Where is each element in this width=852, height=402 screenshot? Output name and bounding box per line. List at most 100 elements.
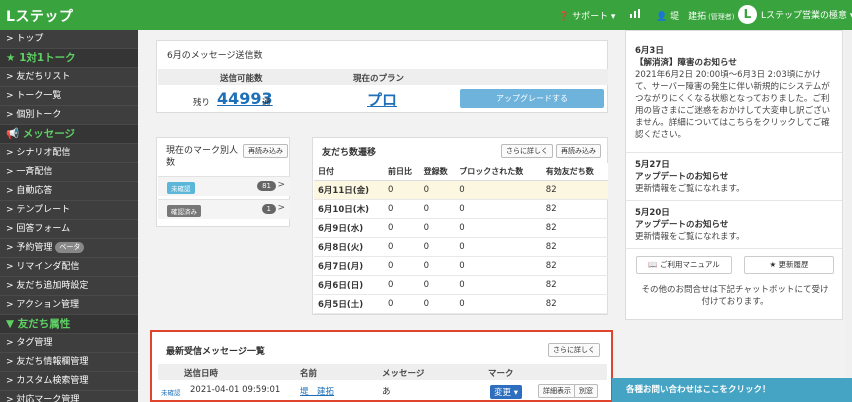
- table-cell: 0: [384, 294, 420, 314]
- sidebar-group-header: ▼ 友だち属性: [0, 315, 138, 334]
- col-active: 有効友だち数: [541, 163, 608, 181]
- notice-item[interactable]: 5月20日 アップデートのお知らせ 更新情報をご覧になれます。: [626, 203, 842, 249]
- sidebar-item-label: > トップ: [6, 34, 44, 44]
- recent-messages-panel: 最新受信メッセージ一覧 さらに詳しく 送信日時 名前 メッセージ マーク 未確認…: [150, 330, 613, 402]
- sidebar-item-label: > アクション管理: [6, 300, 79, 310]
- sender-name-link[interactable]: 堤 建拓: [300, 385, 334, 397]
- col-plan: 現在のプラン: [353, 74, 405, 84]
- notice-column: 6月3日 【解消済】障害のお知らせ 2021年6月2日 20:00頃〜6月3日 …: [625, 30, 843, 320]
- sidebar-item[interactable]: > リマインダ配信: [0, 258, 138, 277]
- col-date: 日付: [314, 163, 384, 181]
- update-history-button[interactable]: ★ 更新履歴: [744, 256, 834, 274]
- sidebar-item[interactable]: > アクション管理: [0, 296, 138, 315]
- sidebar-item-label: > 友だち情報欄管理: [6, 357, 89, 367]
- page-scrollbar[interactable]: [845, 30, 852, 378]
- sidebar-item-label: > 友だち追加時設定: [6, 281, 89, 291]
- mark-reload-button[interactable]: 再読み込み: [243, 144, 288, 158]
- table-cell: 0: [455, 199, 542, 219]
- sidebar-item[interactable]: > 自動応答: [0, 182, 138, 201]
- sidebar-item-label: > 自動応答: [6, 186, 53, 196]
- table-cell: 0: [384, 275, 420, 295]
- table-row: 6月10日(木) 0 0 0 82: [314, 199, 608, 219]
- sidebar-item[interactable]: > 友だち追加時設定: [0, 277, 138, 296]
- table-cell: 6月8日(火): [314, 237, 384, 257]
- sidebar: > トップ ★ 1対1トーク > 友だちリスト > トーク一覧 > 個別トーク 📢 メッセ…: [0, 30, 138, 402]
- notice-body: 更新情報をご覧になれます。: [635, 184, 745, 194]
- sidebar-item[interactable]: > トーク一覧: [0, 87, 138, 106]
- sidebar-item[interactable]: > 友だち情報欄管理: [0, 353, 138, 372]
- table-cell: 82: [541, 199, 608, 219]
- account-name: Lステップ営業の極意 ▾: [761, 11, 852, 21]
- sidebar-item[interactable]: > シナリオ配信: [0, 144, 138, 163]
- account-avatar: L: [738, 5, 757, 24]
- table-cell: 82: [541, 180, 608, 200]
- table-cell: 0: [419, 237, 456, 257]
- sidebar-item[interactable]: > 回答フォーム: [0, 220, 138, 239]
- recent-row[interactable]: 未確認 2021-04-01 09:59:01 堤 建拓 あ 変更 ▾ 詳細表示…: [158, 382, 607, 400]
- new-window-button[interactable]: 別窓: [574, 384, 598, 398]
- notice-date: 5月20日: [635, 208, 670, 218]
- remain-unit: 通: [262, 98, 271, 108]
- sidebar-item[interactable]: > カスタム検索管理: [0, 372, 138, 391]
- notice-item[interactable]: 5月27日 アップデートのお知らせ 更新情報をご覧になれます。: [626, 155, 842, 201]
- user-menu[interactable]: 👤 堤 建拓 (管理者): [656, 9, 735, 22]
- notice-item[interactable]: 6月3日 【解消済】障害のお知らせ 2021年6月2日 20:00頃〜6月3日 …: [626, 45, 842, 153]
- table-cell: 0: [419, 180, 456, 200]
- send-count-panel: 6月のメッセージ送信数 送信可能数 現在のプラン 残り 44993 通 プロ ア…: [156, 40, 608, 113]
- table-cell: 0: [384, 199, 420, 219]
- mark-badge-confirmed: 確認済み: [167, 205, 201, 217]
- sidebar-item[interactable]: > 友だちリスト: [0, 68, 138, 87]
- table-cell: 0: [455, 275, 542, 295]
- sidebar-item[interactable]: > 個別トーク: [0, 106, 138, 125]
- table-row: 6月9日(水) 0 0 0 82: [314, 218, 608, 238]
- user-role: (管理者): [708, 13, 735, 21]
- friends-reload-button[interactable]: 再読み込み: [556, 144, 601, 158]
- sidebar-group-header: ★ 1対1トーク: [0, 49, 138, 68]
- sidebar-item-label: > カスタム検索管理: [6, 376, 89, 386]
- table-cell: 82: [541, 275, 608, 295]
- contact-chat-bar[interactable]: 各種お問い合わせはここをクリック！: [612, 378, 852, 402]
- manual-button[interactable]: 📖 ご利用マニュアル: [636, 256, 732, 274]
- mark-count-unconfirmed: 81: [257, 181, 276, 191]
- chatbot-note: その他のお問合せは下記チャットボットにて受け付けております。: [641, 285, 829, 307]
- sidebar-item-label: > 回答フォーム: [6, 224, 71, 234]
- table-cell: 6月6日(日): [314, 275, 384, 295]
- col-registered: 登録数: [419, 163, 456, 181]
- top-bar: Lステップ ❓ サポート ▾ 👤 堤 建拓 (管理者) L Lステップ営業の極意 …: [0, 0, 852, 30]
- remain-label: 残り: [193, 98, 211, 108]
- table-cell: 0: [384, 180, 420, 200]
- friends-more-button[interactable]: さらに詳しく: [501, 144, 553, 158]
- sidebar-item[interactable]: > 予約管理 ベータ: [0, 239, 138, 258]
- plan-value[interactable]: プロ: [367, 89, 397, 110]
- sidebar-item-label: > リマインダ配信: [6, 262, 80, 272]
- mark-change-button[interactable]: 変更 ▾: [490, 385, 522, 399]
- table-cell: 0: [455, 256, 542, 276]
- table-cell: 0: [384, 218, 420, 238]
- friends-transition-panel: 友だち数遷移 さらに詳しく 再読み込み 日付 前日比 登録数 ブロックされた数 …: [312, 137, 608, 315]
- sidebar-item[interactable]: > テンプレート: [0, 201, 138, 220]
- notice-body: 更新情報をご覧になれます。: [635, 232, 745, 242]
- sidebar-item[interactable]: > トップ: [0, 30, 138, 49]
- upgrade-button[interactable]: アップグレードする: [460, 89, 604, 108]
- mark-count-panel: 現在のマーク別人数 再読み込み 未確認 81 > 確認済み 1 >: [156, 137, 290, 227]
- sidebar-item[interactable]: > 一斉配信: [0, 163, 138, 182]
- recent-more-button[interactable]: さらに詳しく: [548, 343, 600, 357]
- support-menu[interactable]: ❓ サポート ▾: [558, 9, 615, 22]
- recent-messages-title: 最新受信メッセージ一覧: [166, 347, 265, 357]
- sidebar-item-label: ▼ 友だち属性: [6, 318, 71, 330]
- mark-row-confirmed[interactable]: 確認済み 1 >: [158, 199, 290, 219]
- friends-transition-title: 友だち数遷移: [322, 148, 377, 158]
- table-cell: 0: [419, 294, 456, 314]
- send-count-title: 6月のメッセージ送信数: [167, 51, 263, 61]
- sidebar-item[interactable]: > 対応マーク管理: [0, 391, 138, 402]
- table-cell: 6月7日(月): [314, 256, 384, 276]
- notice-title: アップデートのお知らせ: [635, 172, 729, 182]
- bar-chart-icon[interactable]: [630, 9, 640, 21]
- app-logo[interactable]: Lステップ: [6, 6, 73, 26]
- table-row: 6月7日(月) 0 0 0 82: [314, 256, 608, 276]
- sidebar-item[interactable]: > タグ管理: [0, 334, 138, 353]
- account-menu[interactable]: L Lステップ営業の極意 ▾: [738, 5, 852, 24]
- table-row: 6月8日(火) 0 0 0 82: [314, 237, 608, 257]
- detail-button[interactable]: 詳細表示: [538, 384, 576, 398]
- mark-row-unconfirmed[interactable]: 未確認 81 >: [158, 176, 290, 196]
